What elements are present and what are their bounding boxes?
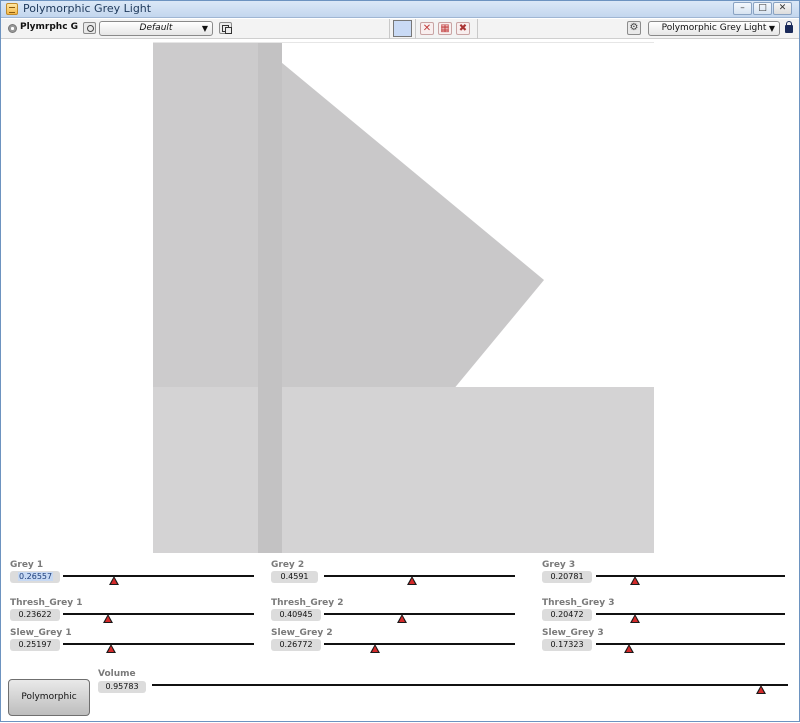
thresh-grey-1-label: Thresh_Grey 1 — [10, 598, 83, 608]
slew-grey-2-slider-thumb[interactable] — [370, 644, 381, 653]
plugin-window: Polymorphic Grey Light – □ ✕ Plymrphc G … — [0, 0, 800, 722]
preset-dropdown[interactable]: Default ▼ — [99, 21, 213, 36]
grid-icon[interactable]: ▦ — [438, 22, 452, 35]
thresh-grey-3-slider-track[interactable] — [596, 613, 785, 615]
volume-label: Volume — [98, 669, 136, 679]
preset-value: Default — [139, 23, 173, 33]
toolbar-divider — [477, 19, 478, 39]
thresh-grey-3-value-field[interactable]: 0.20472 — [542, 609, 592, 621]
thresh-grey-3-value: 0.20472 — [550, 610, 584, 619]
thresh-grey-2-value-field[interactable]: 0.40945 — [271, 609, 321, 621]
thresh-grey-1-slider-track[interactable] — [63, 613, 254, 615]
volume-slider-track[interactable] — [152, 684, 788, 686]
slew-grey-3-value: 0.17323 — [550, 640, 584, 649]
bottom-panel — [153, 387, 654, 553]
toolbar-divider — [389, 19, 390, 39]
volume-value-field[interactable]: 0.95783 — [98, 681, 146, 693]
toolbar-divider — [415, 19, 416, 39]
theme-value: Polymorphic Grey Light — [661, 23, 767, 33]
grey-3-slider-track[interactable] — [596, 575, 785, 577]
slew-grey-2-label: Slew_Grey 2 — [271, 628, 333, 638]
slew-grey-1-label: Slew_Grey 1 — [10, 628, 72, 638]
title-bar[interactable]: Polymorphic Grey Light – □ ✕ — [1, 1, 799, 18]
thresh-grey-2-slider-track[interactable] — [324, 613, 515, 615]
grey-2-value: 0.4591 — [280, 572, 309, 581]
grey-3-slider-thumb[interactable] — [630, 576, 641, 585]
grey-1-label: Grey 1 — [10, 560, 44, 570]
grey-3-value: 0.20781 — [550, 572, 584, 581]
grey-3-label: Grey 3 — [542, 560, 576, 570]
grey-2-slider-thumb[interactable] — [406, 576, 417, 585]
slew-grey-3-label: Slew_Grey 3 — [542, 628, 604, 638]
camera-icon[interactable] — [83, 22, 96, 34]
close-button[interactable]: ✕ — [773, 2, 792, 15]
slew-grey-1-slider-track[interactable] — [63, 643, 254, 645]
slew-grey-1-value: 0.25197 — [18, 640, 52, 649]
delete-icon[interactable]: ✖ — [456, 22, 470, 35]
canvas-border — [153, 42, 654, 43]
slew-grey-3-slider-thumb[interactable] — [623, 644, 634, 653]
volume-slider-thumb[interactable] — [756, 685, 767, 694]
slew-grey-1-value-field[interactable]: 0.25197 — [10, 639, 60, 651]
thresh-grey-2-value: 0.40945 — [279, 610, 313, 619]
volume-value: 0.95783 — [105, 682, 139, 691]
maximize-button[interactable]: □ — [753, 2, 772, 15]
power-icon[interactable] — [8, 24, 17, 33]
triangle — [258, 43, 544, 553]
theme-dropdown[interactable]: Polymorphic Grey Light ▼ — [648, 21, 780, 36]
clear-icon[interactable]: ✕ — [420, 22, 434, 35]
gear-icon[interactable]: ⚙ — [627, 21, 641, 35]
instrument-name: Plymrphc G — [20, 22, 79, 32]
chevron-down-icon: ▼ — [201, 24, 208, 33]
copy-icon[interactable] — [219, 22, 232, 34]
slew-grey-3-value-field[interactable]: 0.17323 — [542, 639, 592, 651]
grey-2-slider-track[interactable] — [324, 575, 515, 577]
app-icon — [6, 3, 18, 15]
grey-3-value-field[interactable]: 0.20781 — [542, 571, 592, 583]
lock-icon[interactable] — [785, 21, 793, 33]
chevron-down-icon: ▼ — [768, 24, 775, 33]
grey-2-label: Grey 2 — [271, 560, 305, 570]
thresh-grey-1-value: 0.23622 — [18, 610, 52, 619]
color-swatch[interactable] — [393, 20, 412, 37]
slew-grey-1-slider-thumb[interactable] — [106, 644, 117, 653]
thresh-grey-3-slider-thumb[interactable] — [629, 614, 640, 623]
grey-1-value: 0.26557 — [18, 572, 54, 581]
thresh-grey-1-value-field[interactable]: 0.23622 — [10, 609, 60, 621]
grey-2-value-field[interactable]: 0.4591 — [271, 571, 318, 583]
grey-1-value-field[interactable]: 0.26557 — [10, 571, 60, 583]
thresh-grey-3-label: Thresh_Grey 3 — [542, 598, 615, 608]
left-panel — [153, 43, 258, 387]
grey-1-slider-thumb[interactable] — [108, 576, 119, 585]
minimize-button[interactable]: – — [733, 2, 752, 15]
slew-grey-2-value: 0.26772 — [279, 640, 313, 649]
thresh-grey-2-label: Thresh_Grey 2 — [271, 598, 344, 608]
slew-grey-2-value-field[interactable]: 0.26772 — [271, 639, 321, 651]
vertical-strip — [258, 43, 282, 553]
slew-grey-2-slider-track[interactable] — [324, 643, 515, 645]
grey-1-slider-track[interactable] — [63, 575, 254, 577]
thresh-grey-2-slider-thumb[interactable] — [397, 614, 408, 623]
toolbar: Plymrphc G Default ▼ ✕ ▦ ✖ ⚙ Polymorphic… — [1, 19, 799, 39]
window-title: Polymorphic Grey Light — [23, 2, 152, 15]
thresh-grey-1-slider-thumb[interactable] — [103, 614, 114, 623]
polymorphic-mode-button[interactable]: Polymorphic — [8, 679, 90, 716]
